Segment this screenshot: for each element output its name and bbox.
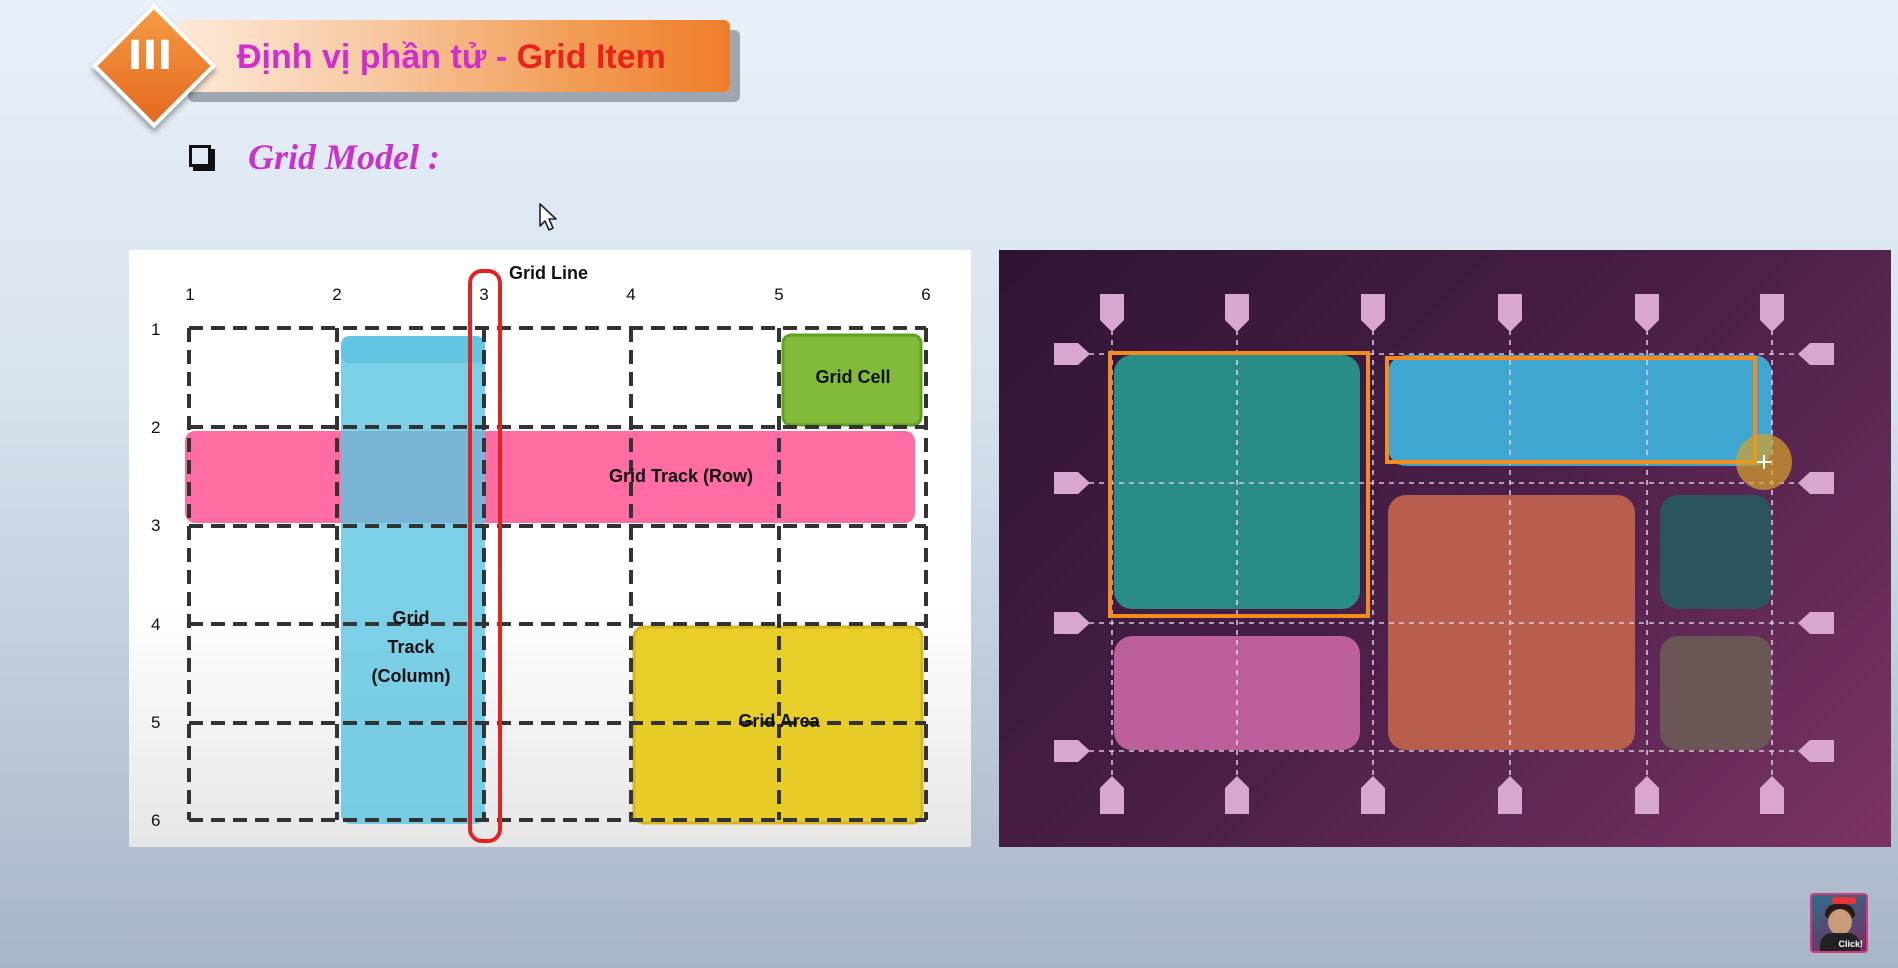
section-title-part1: Định vị phần tử - [237, 38, 517, 76]
tile-dark-teal [1660, 495, 1772, 609]
grid-track-row [185, 431, 915, 523]
column-marker-icon [1635, 776, 1659, 814]
row-number: 3 [151, 516, 160, 535]
row-marker-icon [1798, 472, 1834, 494]
column-marker-icon [1361, 294, 1385, 332]
column-marker-icon [1100, 776, 1124, 814]
checkbox-icon [189, 145, 211, 167]
column-marker-icon [1635, 294, 1659, 332]
grid-model-diagram: Grid Line 1 2 3 4 5 6 1 2 3 4 5 6 Grid C… [151, 263, 931, 843]
column-marker-icon [1225, 776, 1249, 814]
row-number: 1 [151, 320, 160, 339]
section-title-part2: Grid Item [516, 38, 666, 76]
column-marker-icon [1760, 776, 1784, 814]
row-marker-icon [1798, 612, 1834, 634]
grid-track-column-label-line: Grid [392, 608, 429, 628]
grid-line-label: Grid Line [509, 263, 588, 283]
avatar-face [1828, 909, 1852, 935]
grid-cell-label: Grid Cell [815, 367, 890, 387]
column-marker-icon [1498, 294, 1522, 332]
row-number: 6 [151, 811, 160, 830]
grid-track-column [341, 336, 485, 824]
column-number: 5 [774, 285, 783, 304]
channel-avatar[interactable]: Click! [1810, 893, 1868, 953]
column-numbers: 1 2 3 4 5 6 [185, 285, 930, 304]
column-marker-icon [1361, 776, 1385, 814]
column-marker-icon [1760, 294, 1784, 332]
row-marker-icon [1054, 740, 1090, 762]
grid-illustration [1054, 294, 1834, 814]
grid-track-column-label-line: (Column) [372, 666, 451, 686]
top-markers [1100, 294, 1784, 332]
avatar-label: Click! [1838, 939, 1863, 949]
grid-track-column-label-line: Track [387, 637, 435, 657]
bottom-markers [1100, 776, 1784, 814]
column-number: 1 [185, 285, 194, 304]
section-badge-numeral: III [127, 33, 173, 79]
tile-blue [1388, 355, 1772, 466]
column-marker-icon [1498, 776, 1522, 814]
right-markers [1798, 343, 1834, 762]
row-number: 5 [151, 713, 160, 732]
mouse-cursor-icon [539, 203, 557, 231]
row-marker-icon [1798, 740, 1834, 762]
grid-area-label: Grid Area [738, 711, 820, 731]
column-number: 3 [479, 285, 488, 304]
column-marker-icon [1225, 294, 1249, 332]
row-number: 2 [151, 418, 160, 437]
subscribe-tag [1832, 897, 1856, 904]
column-number: 4 [626, 285, 635, 304]
row-marker-icon [1054, 612, 1090, 634]
row-marker-icon [1054, 472, 1090, 494]
column-number: 6 [921, 285, 930, 304]
column-number: 2 [332, 285, 341, 304]
row-marker-icon [1798, 343, 1834, 365]
tile-taupe [1660, 636, 1772, 750]
section-badge: III [91, 3, 217, 129]
row-number: 4 [151, 615, 160, 634]
section-title: Định vị phần tử - Grid Item [237, 38, 666, 77]
grid-track-row-label: Grid Track (Row) [609, 466, 753, 486]
row-marker-icon [1054, 343, 1090, 365]
subtitle-text: Grid Model : [248, 137, 440, 177]
row-numbers: 1 2 3 4 5 6 [151, 320, 160, 830]
column-marker-icon [1100, 294, 1124, 332]
left-markers [1054, 343, 1090, 762]
